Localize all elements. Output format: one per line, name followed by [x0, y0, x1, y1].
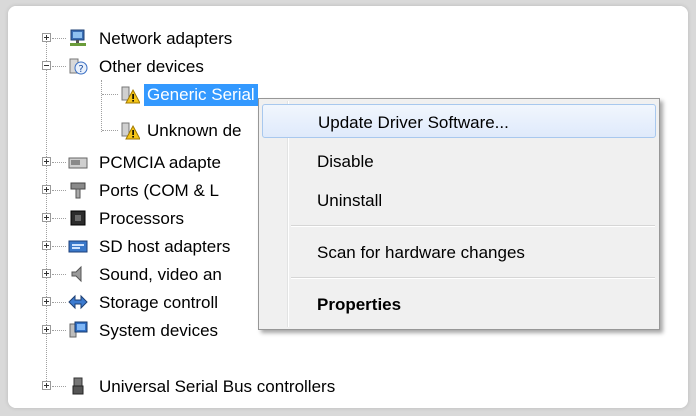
port-icon: [68, 180, 88, 200]
storage-controller-icon: [68, 292, 88, 312]
processor-icon: [68, 208, 88, 228]
expand-icon[interactable]: [42, 297, 51, 306]
expand-icon[interactable]: [42, 213, 51, 222]
expand-icon[interactable]: [42, 269, 51, 278]
pcmcia-icon: [68, 152, 88, 172]
tree-item-label: SD host adapters: [99, 237, 231, 256]
warning-device-icon: [120, 84, 141, 104]
tree-item-label: System devices: [99, 321, 219, 340]
tree-item-label: Generic Serial: [144, 84, 258, 106]
tree-item-label: Network adapters: [99, 29, 233, 48]
svg-text:?: ?: [78, 64, 83, 75]
expand-icon[interactable]: [42, 185, 51, 194]
system-devices-icon: [68, 320, 88, 340]
tree-item-label: Unknown de: [147, 121, 242, 140]
tree-item-network-adapters[interactable]: Network adapters: [8, 24, 688, 54]
warning-device-icon: [120, 120, 141, 140]
tree-item-label: Ports (COM & L: [99, 181, 219, 200]
tree-item-label: Other devices: [99, 57, 204, 76]
tree-item-label: Processors: [99, 209, 185, 228]
expand-icon[interactable]: [42, 381, 51, 390]
menu-item-label: Properties: [317, 295, 402, 314]
menu-item-disable[interactable]: Disable: [262, 144, 656, 178]
menu-item-label: Update Driver Software...: [318, 113, 509, 132]
menu-item-update-driver[interactable]: Update Driver Software...: [262, 104, 656, 138]
unknown-device-folder-icon: ?: [68, 56, 88, 76]
speaker-icon: [68, 264, 88, 284]
tree-item-label: Sound, video an: [99, 265, 222, 284]
expand-icon[interactable]: [42, 325, 51, 334]
sd-host-icon: [68, 236, 88, 256]
usb-icon: [68, 376, 88, 396]
collapse-icon[interactable]: [42, 61, 51, 70]
expand-icon[interactable]: [42, 241, 51, 250]
menu-item-label: Disable: [317, 152, 374, 171]
menu-separator: [291, 225, 655, 227]
network-adapter-icon: [68, 28, 88, 48]
menu-separator: [291, 277, 655, 279]
tree-item-label: PCMCIA adapte: [99, 153, 221, 172]
menu-item-scan-hardware[interactable]: Scan for hardware changes: [262, 235, 656, 269]
menu-item-label: Scan for hardware changes: [317, 243, 525, 262]
menu-item-properties[interactable]: Properties: [262, 287, 656, 321]
tree-item-usb-controllers[interactable]: Universal Serial Bus controllers: [8, 372, 688, 402]
menu-item-label: Uninstall: [317, 191, 383, 210]
expand-icon[interactable]: [42, 33, 51, 42]
tree-item-label: Universal Serial Bus controllers: [99, 377, 336, 396]
tree-item-other-devices[interactable]: ? Other devices: [8, 52, 688, 82]
context-menu: Update Driver Software... Disable Uninst…: [258, 98, 660, 330]
expand-icon[interactable]: [42, 157, 51, 166]
tree-item-label: Storage controll: [99, 293, 219, 312]
menu-item-uninstall[interactable]: Uninstall: [262, 183, 656, 217]
